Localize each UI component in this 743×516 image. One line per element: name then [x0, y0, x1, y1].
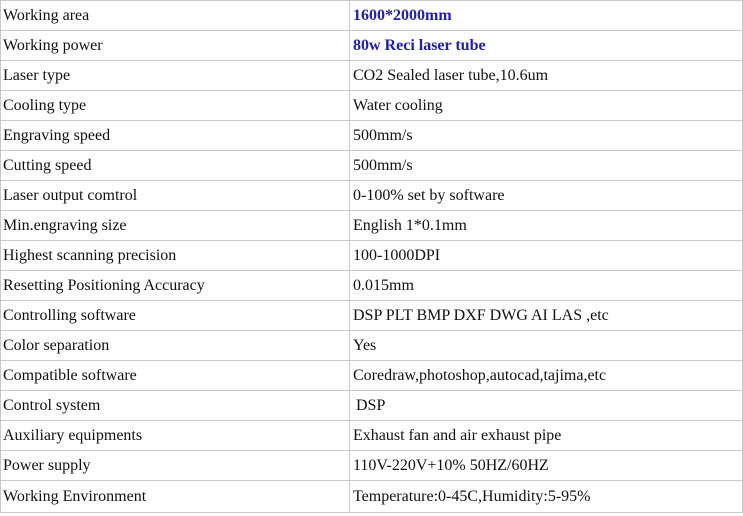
spec-label: Laser type: [0, 60, 350, 91]
table-row: Power supply 110V-220V+10% 50HZ/60HZ: [0, 450, 743, 481]
spec-label: Controlling software: [0, 300, 350, 331]
table-row: Working Environment Temperature:0-45C,Hu…: [0, 480, 743, 513]
spec-value: 110V-220V+10% 50HZ/60HZ: [349, 450, 743, 481]
spec-label: Laser output comtrol: [0, 180, 350, 211]
spec-label: Cooling type: [0, 90, 350, 121]
table-row: Controlling software DSP PLT BMP DXF DWG…: [0, 300, 743, 331]
spec-value: Water cooling: [349, 90, 743, 121]
spec-value: 100-1000DPI: [349, 240, 743, 271]
spec-value: 0.015mm: [349, 270, 743, 301]
spec-value: 0-100% set by software: [349, 180, 743, 211]
spec-value: English 1*0.1mm: [349, 210, 743, 241]
spec-label: Compatible software: [0, 360, 350, 391]
spec-table: Working area 1600*2000mm Working power 8…: [0, 0, 743, 513]
spec-value: Exhaust fan and air exhaust pipe: [349, 420, 743, 451]
table-row: Auxiliary equipments Exhaust fan and air…: [0, 420, 743, 451]
spec-label: Control system: [0, 390, 350, 421]
spec-value: DSP: [349, 390, 743, 421]
table-row: Min.engraving size English 1*0.1mm: [0, 210, 743, 241]
spec-label: Color separation: [0, 330, 350, 361]
spec-value: 80w Reci laser tube: [349, 30, 743, 61]
table-row: Color separation Yes: [0, 330, 743, 361]
spec-value: 500mm/s: [349, 150, 743, 181]
spec-label: Highest scanning precision: [0, 240, 350, 271]
table-row: Compatible software Coredraw,photoshop,a…: [0, 360, 743, 391]
spec-label: Cutting speed: [0, 150, 350, 181]
spec-value: Temperature:0-45C,Humidity:5-95%: [349, 480, 743, 513]
spec-value: Yes: [349, 330, 743, 361]
spec-label: Working Environment: [0, 480, 350, 513]
table-row: Engraving speed 500mm/s: [0, 120, 743, 151]
spec-value: DSP PLT BMP DXF DWG AI LAS ,etc: [349, 300, 743, 331]
spec-label: Power supply: [0, 450, 350, 481]
spec-value: 500mm/s: [349, 120, 743, 151]
spec-label: Working power: [0, 30, 350, 61]
table-row: Working power 80w Reci laser tube: [0, 30, 743, 61]
spec-value: CO2 Sealed laser tube,10.6um: [349, 60, 743, 91]
table-row: Cooling type Water cooling: [0, 90, 743, 121]
table-row: Laser output comtrol 0-100% set by softw…: [0, 180, 743, 211]
table-row: Working area 1600*2000mm: [0, 0, 743, 31]
spec-label: Auxiliary equipments: [0, 420, 350, 451]
spec-label: Engraving speed: [0, 120, 350, 151]
spec-label: Working area: [0, 0, 350, 31]
table-row: Resetting Positioning Accuracy 0.015mm: [0, 270, 743, 301]
spec-label: Resetting Positioning Accuracy: [0, 270, 350, 301]
spec-value: Coredraw,photoshop,autocad,tajima,etc: [349, 360, 743, 391]
table-row: Cutting speed 500mm/s: [0, 150, 743, 181]
table-row: Laser type CO2 Sealed laser tube,10.6um: [0, 60, 743, 91]
spec-value: 1600*2000mm: [349, 0, 743, 31]
table-row: Control system DSP: [0, 390, 743, 421]
table-row: Highest scanning precision 100-1000DPI: [0, 240, 743, 271]
spec-label: Min.engraving size: [0, 210, 350, 241]
